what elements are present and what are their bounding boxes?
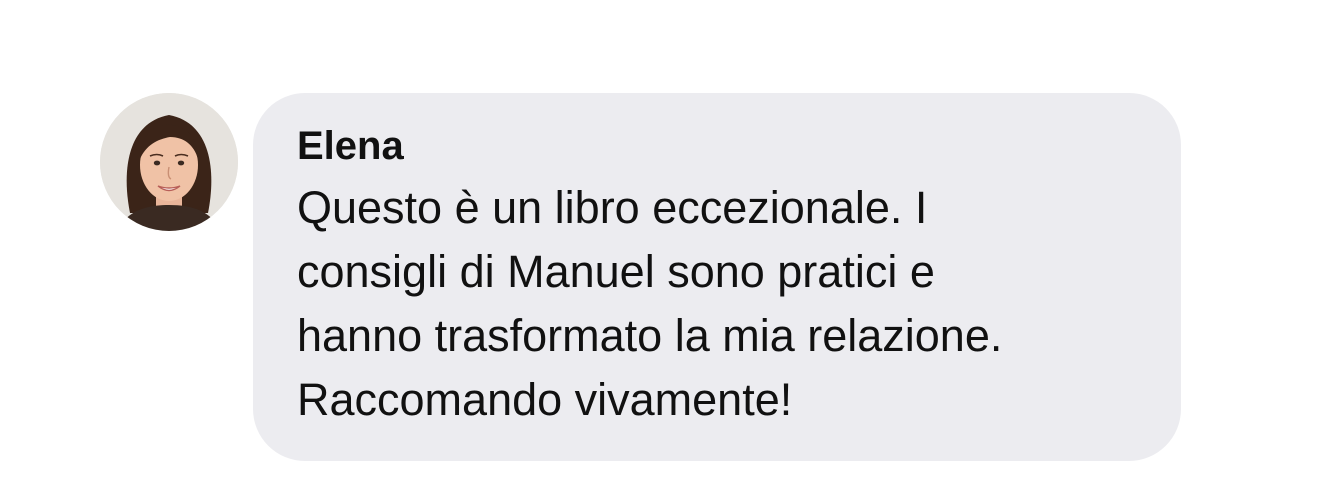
message-line: hanno trasformato la mia relazione. xyxy=(297,310,1003,361)
message-text: Questo è un libro eccezionale. I consigl… xyxy=(297,176,1127,432)
message-line: Questo è un libro eccezionale. I xyxy=(297,182,928,233)
sender-name: Elena xyxy=(297,124,404,168)
message-line: consigli di Manuel sono pratici e xyxy=(297,246,935,297)
message-line: Raccomando vivamente! xyxy=(297,374,793,425)
message-bubble[interactable]: Elena Questo è un libro eccezionale. I c… xyxy=(253,93,1181,461)
avatar-photo-icon xyxy=(100,93,238,231)
chat-canvas: Elena Questo è un libro eccezionale. I c… xyxy=(0,0,1334,501)
avatar[interactable] xyxy=(100,93,238,231)
